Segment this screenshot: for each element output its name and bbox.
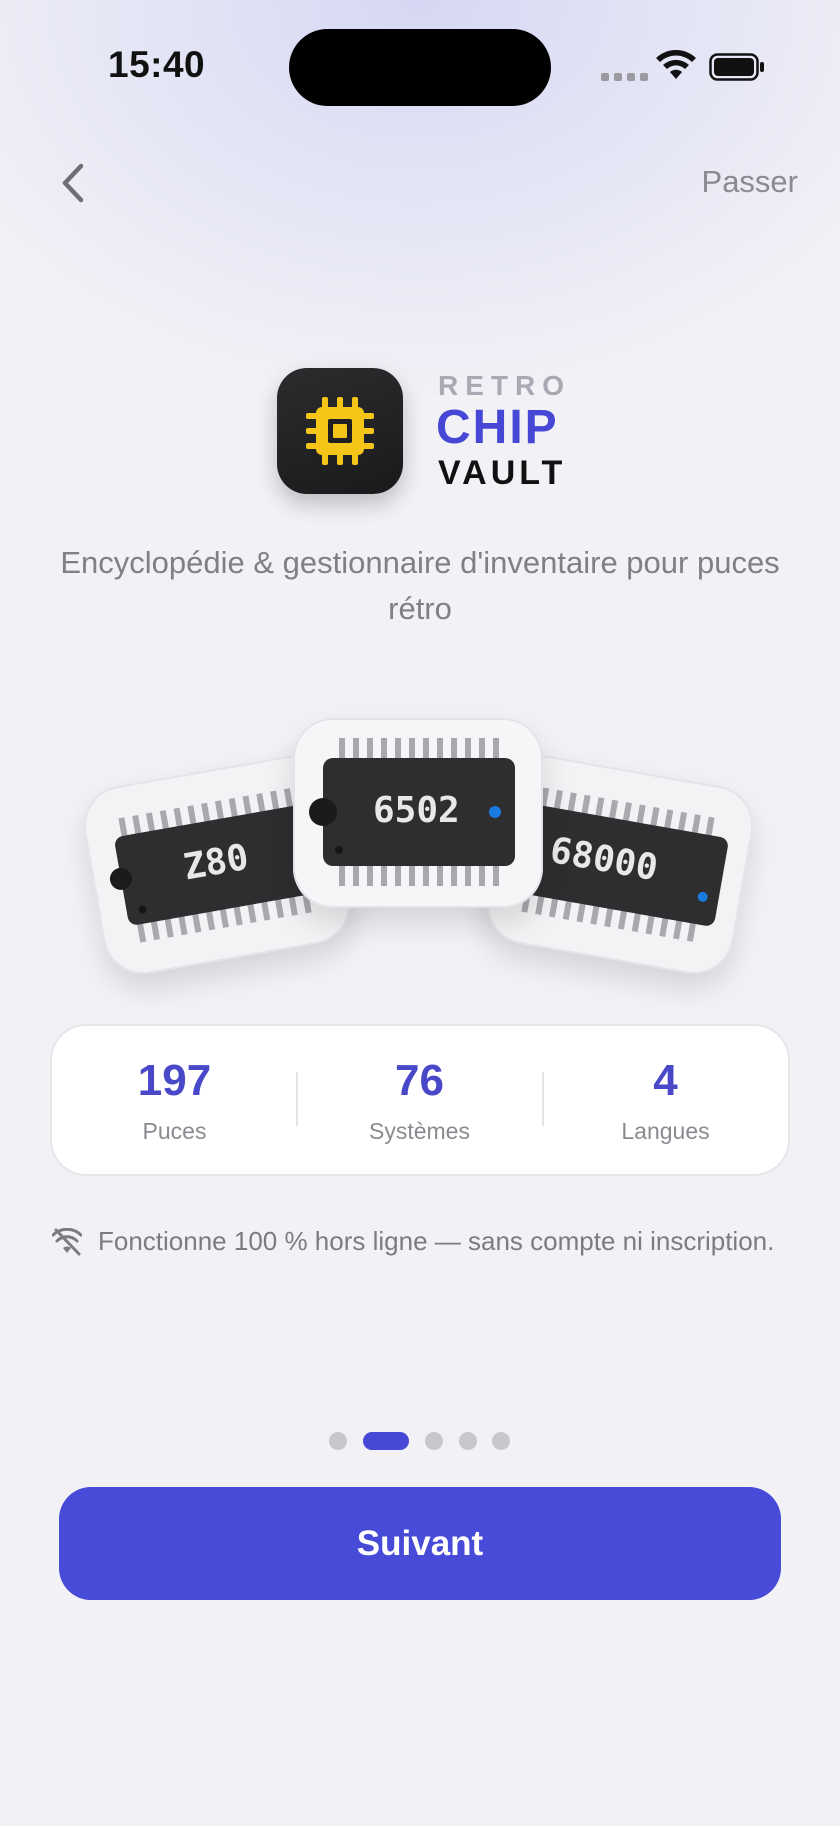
wifi-icon	[656, 50, 696, 79]
page-dot[interactable]	[329, 1432, 347, 1450]
stat-label: Langues	[621, 1118, 710, 1144]
brand-line-chip: CHIP	[436, 401, 559, 454]
chip-card-center: 6502	[293, 718, 543, 908]
chip-label-6502: 6502	[373, 790, 460, 831]
skip-button[interactable]: Passer	[702, 164, 798, 200]
app-logo	[277, 368, 403, 494]
brand-line-vault: VAULT	[438, 454, 567, 492]
stat-value: 76	[395, 1056, 444, 1105]
wifi-off-icon	[52, 1227, 82, 1255]
stat-languages: 4 Langues	[543, 1026, 788, 1174]
stat-label: Puces	[142, 1118, 207, 1144]
next-button[interactable]: Suivant	[59, 1487, 781, 1600]
dynamic-island	[289, 29, 551, 106]
offline-note: Fonctionne 100 % hors ligne — sans compt…	[52, 1226, 774, 1257]
onboarding-screen: 15:40 Passer RETRO CHIP VAULT Encyclopéd…	[0, 0, 840, 1826]
stat-chips: 197 Puces	[52, 1026, 297, 1174]
stat-value: 4	[653, 1056, 678, 1105]
status-time: 15:40	[108, 44, 206, 85]
stats-card: 197 Puces 76 Systèmes 4 Langues	[52, 1026, 788, 1174]
page-dot[interactable]	[425, 1432, 443, 1450]
page-dot[interactable]	[492, 1432, 510, 1450]
offline-note-text: Fonctionne 100 % hors ligne — sans compt…	[98, 1226, 775, 1256]
stat-value: 197	[137, 1056, 212, 1105]
stat-systems: 76 Systèmes	[297, 1026, 542, 1174]
tagline: Encyclopédie & gestionnaire d'inventaire…	[60, 545, 780, 626]
chip-icon	[306, 397, 374, 465]
battery-icon	[709, 53, 764, 81]
page-dot[interactable]	[459, 1432, 477, 1450]
cellular-signal-icon	[601, 73, 648, 81]
page-dot-active[interactable]	[363, 1432, 409, 1450]
stat-label: Systèmes	[369, 1118, 470, 1144]
brand-line-retro: RETRO	[438, 370, 571, 401]
back-chevron-icon[interactable]	[55, 160, 91, 206]
